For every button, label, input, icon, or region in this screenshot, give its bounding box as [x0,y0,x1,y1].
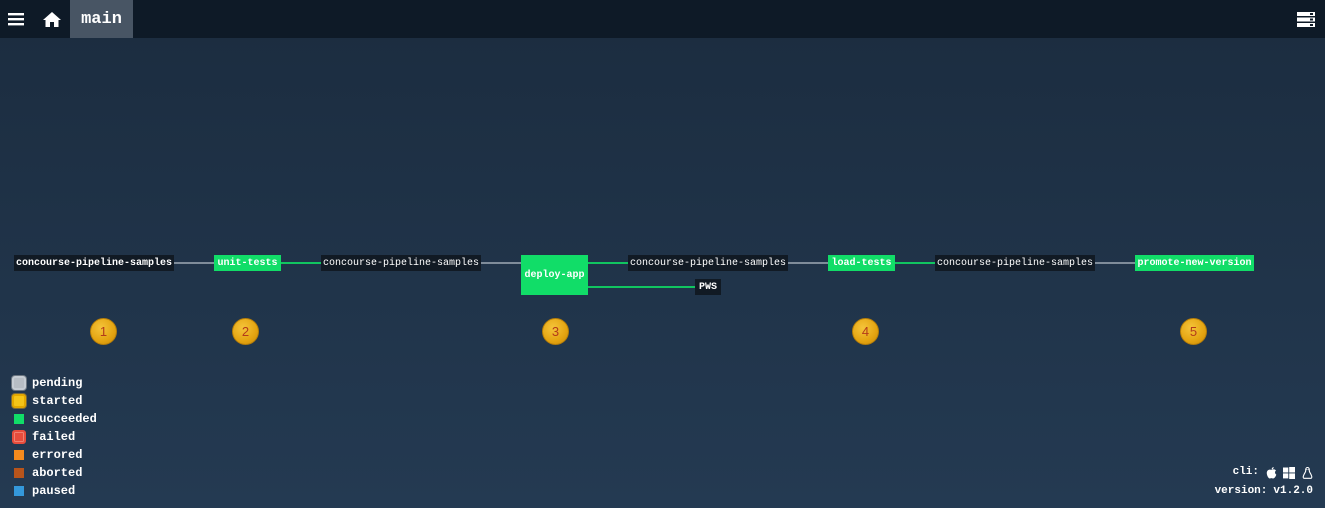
job-node-deploy-app[interactable]: deploy-app [521,255,588,295]
edge [588,286,695,288]
resource-node[interactable]: concourse-pipeline-samples [935,255,1095,271]
legend-item-failed: failed [9,428,97,446]
resource-node-pws[interactable]: PWS [695,279,721,295]
legend-label: paused [32,484,76,498]
paused-swatch-icon [14,486,24,496]
legend-item-paused: paused [9,482,97,500]
legend-item-aborted: aborted [9,464,97,482]
step-badge: 3 [542,318,569,345]
linux-icon[interactable] [1301,466,1313,479]
edge [895,262,935,264]
edge [481,262,521,264]
step-badge: 1 [90,318,117,345]
pipeline-graph: concourse-pipeline-samples unit-tests co… [0,0,1325,508]
windows-icon[interactable] [1283,466,1295,479]
edge [1095,262,1135,264]
version-label: version: [1214,485,1268,497]
job-node-unit-tests[interactable]: unit-tests [214,255,281,271]
succeeded-swatch-icon [14,414,24,424]
job-node-promote-new-version[interactable]: promote-new-version [1135,255,1254,271]
resource-node[interactable]: concourse-pipeline-samples [628,255,788,271]
legend-label: started [32,394,83,408]
failed-swatch-icon [12,430,26,444]
edge [174,262,214,264]
resource-node[interactable]: concourse-pipeline-samples [14,255,174,271]
edge [588,262,628,264]
aborted-swatch-icon [14,468,24,478]
legend-label: aborted [32,466,83,480]
legend-item-succeeded: succeeded [9,410,97,428]
legend-item-pending: pending [9,374,97,392]
version-value: v1.2.0 [1273,485,1313,497]
legend-label: succeeded [32,412,97,426]
apple-icon[interactable] [1265,466,1277,479]
started-swatch-icon [12,394,26,408]
pending-swatch-icon [12,376,26,390]
job-node-load-tests[interactable]: load-tests [828,255,895,271]
legend-label: pending [32,376,83,390]
cli-version-info: cli: version: v1.2.0 [1215,463,1313,501]
status-legend: pending started succeeded failed errored… [9,374,97,500]
legend-item-started: started [9,392,97,410]
resource-node[interactable]: concourse-pipeline-samples [321,255,481,271]
edge [281,262,321,264]
step-badge: 2 [232,318,259,345]
legend-item-errored: errored [9,446,97,464]
cli-label: cli: [1232,466,1259,478]
step-badge: 5 [1180,318,1207,345]
legend-label: errored [32,448,83,462]
step-badge: 4 [852,318,879,345]
legend-label: failed [32,430,76,444]
edge [788,262,828,264]
errored-swatch-icon [14,450,24,460]
